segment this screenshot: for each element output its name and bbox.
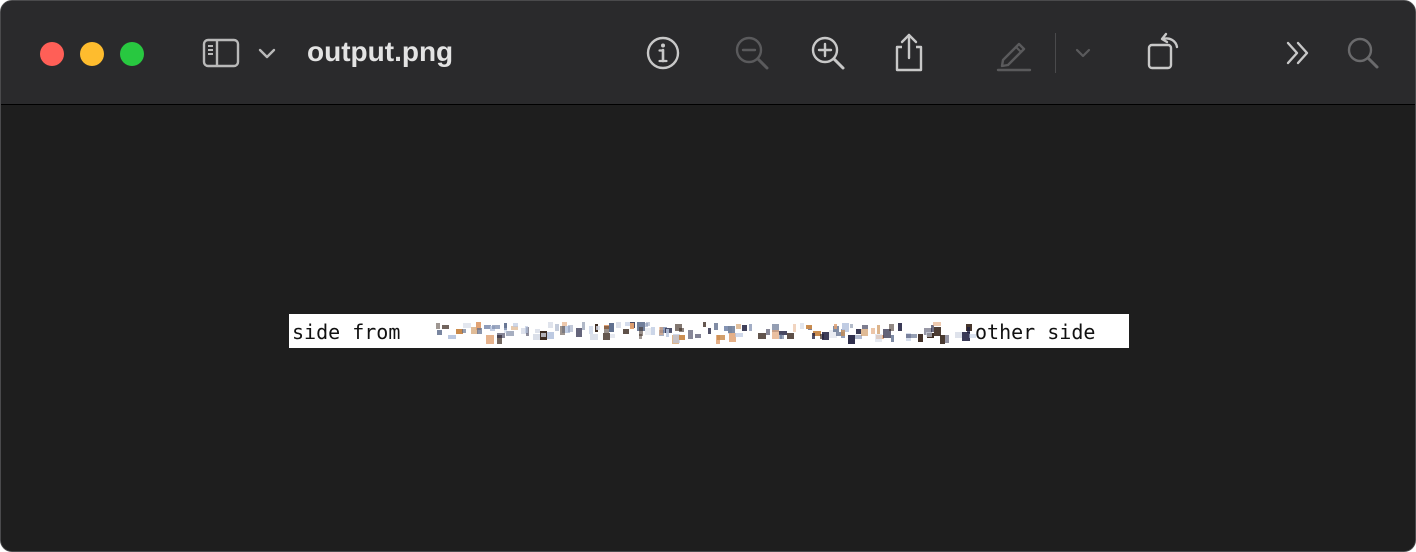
markup-button[interactable] [992, 31, 1036, 75]
chevron-down-icon [1075, 48, 1091, 58]
minimize-window-button[interactable] [80, 42, 104, 66]
titlebar[interactable]: output.png [1, 1, 1415, 105]
preview-window: output.png side from other side [0, 0, 1416, 552]
zoom-in-button[interactable] [806, 31, 850, 75]
sidebar-icon [202, 38, 240, 68]
sidebar-options-button[interactable] [247, 31, 287, 75]
window-title: output.png [307, 36, 454, 67]
image-text-right: other side [975, 320, 1096, 344]
info-icon [646, 36, 680, 70]
zoom-in-icon [811, 36, 845, 70]
search-icon [1347, 37, 1379, 69]
rotate-icon [1147, 32, 1179, 70]
zoom-out-icon [735, 36, 769, 70]
info-button[interactable] [641, 31, 685, 75]
zoom-out-button[interactable] [730, 31, 774, 75]
displayed-image: side from other side [289, 314, 1129, 348]
markup-options-button[interactable] [1063, 31, 1103, 75]
rotate-button[interactable] [1141, 31, 1185, 75]
zoom-window-button[interactable] [120, 42, 144, 66]
more-tools-button[interactable] [1277, 31, 1321, 75]
toolbar-separator [1055, 33, 1056, 73]
more-chevrons-icon [1286, 41, 1309, 65]
markup-pen-icon [996, 42, 1032, 72]
share-icon [895, 33, 923, 72]
close-window-button[interactable] [40, 42, 64, 66]
search-button[interactable] [1341, 31, 1385, 75]
share-button[interactable] [887, 31, 931, 75]
chevron-down-icon [258, 48, 276, 59]
pixelated-region [434, 314, 976, 348]
image-text-left: side from [292, 320, 401, 344]
sidebar-toggle-button[interactable] [199, 31, 243, 75]
image-canvas[interactable]: side from other side [1, 105, 1415, 551]
